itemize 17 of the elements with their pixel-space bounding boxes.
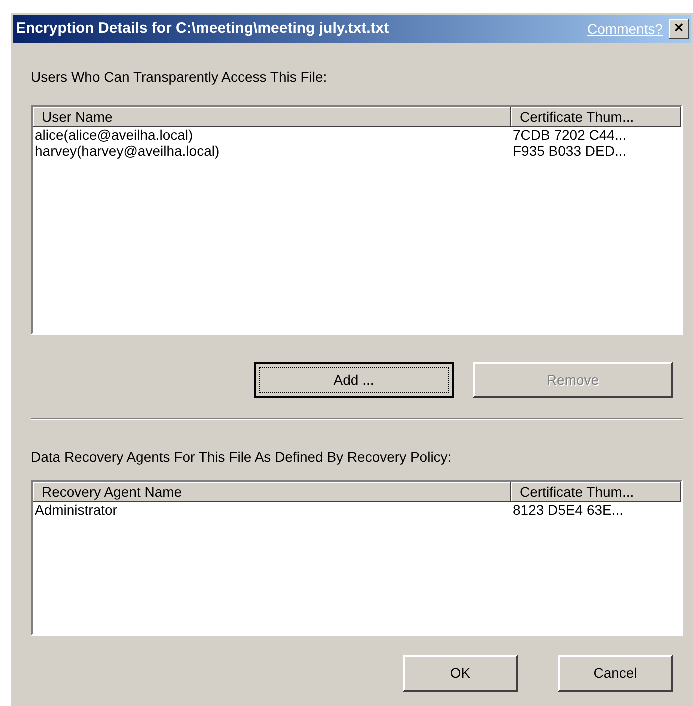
- close-button[interactable]: ×: [669, 19, 689, 39]
- column-header[interactable]: Recovery Agent Name: [33, 482, 511, 502]
- table-cell-text: F935 B033 DED...: [512, 143, 628, 159]
- dialog-button[interactable]: OK: [403, 655, 518, 692]
- table-cell-text: 8123 D5E4 63E...: [512, 502, 625, 518]
- agents-label: Data Recovery Agents For This File As Defined By Recovery Policy:: [31, 448, 453, 467]
- table-cell-text: harvey(harvey@aveilha.local): [34, 143, 221, 159]
- column-header[interactable]: User Name: [33, 107, 511, 127]
- table-cell-text: Administrator: [34, 502, 118, 518]
- table-cell-text: alice(alice@aveilha.local): [34, 127, 194, 143]
- column-header[interactable]: Certificate Thum...: [511, 107, 681, 127]
- users-label: Users Who Can Transparently Access This File:: [31, 68, 328, 87]
- dialog-button[interactable]: Cancel: [558, 655, 673, 692]
- column-header[interactable]: Certificate Thum...: [511, 482, 681, 502]
- window-title: Encryption Details for C:\meeting\meeting july.txt.txt: [16, 18, 390, 39]
- dialog-button[interactable]: Add ...: [254, 362, 454, 398]
- table-cell-text: 7CDB 7202 C44...: [512, 127, 628, 143]
